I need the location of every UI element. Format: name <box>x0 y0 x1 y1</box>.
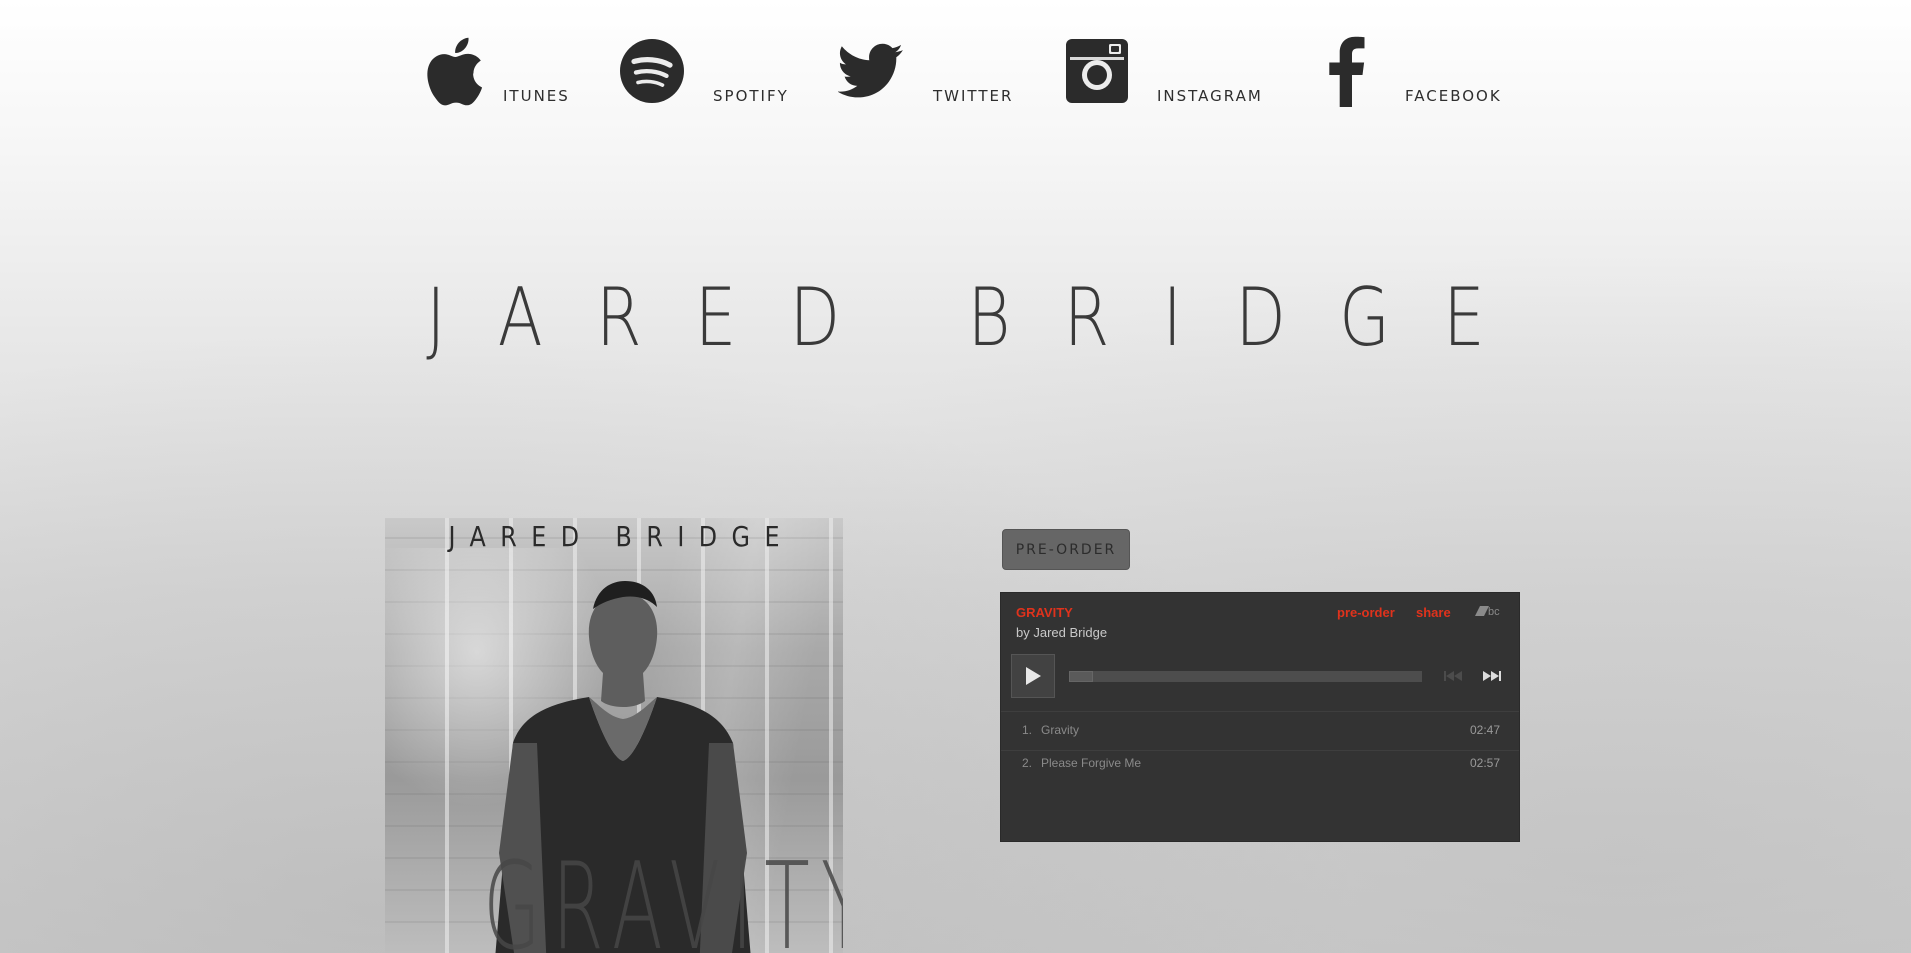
spotify-link[interactable]: SPOTIFY <box>619 34 789 114</box>
apple-icon <box>420 34 486 108</box>
facebook-icon <box>1312 34 1378 108</box>
album-cover: JARED BRIDGE GRAVITY <box>385 518 843 953</box>
player-share-link[interactable]: share <box>1416 605 1451 620</box>
previous-track-icon[interactable] <box>1442 668 1464 684</box>
track-duration: 02:57 <box>1469 756 1500 770</box>
play-button[interactable] <box>1011 654 1055 698</box>
twitter-link[interactable]: TWITTER <box>838 34 1018 114</box>
facebook-label: FACEBOOK <box>1405 87 1502 105</box>
spotify-icon <box>619 34 685 108</box>
track-title[interactable]: Please Forgive Me <box>1041 756 1141 770</box>
svg-text:bc: bc <box>1488 606 1500 618</box>
cover-artist-name: JARED BRIDGE <box>448 520 794 553</box>
instagram-icon <box>1064 34 1130 108</box>
next-track-icon[interactable] <box>1481 668 1503 684</box>
progress-handle[interactable] <box>1069 671 1093 682</box>
social-nav: ITUNES SPOTIFY TWITTER INSTAGRAM FACEBOO… <box>0 34 1911 114</box>
artist-title: JARED BRIDGE <box>426 271 1539 364</box>
facebook-link[interactable]: FACEBOOK <box>1312 34 1502 114</box>
instagram-link[interactable]: INSTAGRAM <box>1064 34 1264 114</box>
music-player: GRAVITY by Jared Bridge pre-order share … <box>1000 592 1520 842</box>
instagram-label: INSTAGRAM <box>1157 87 1263 105</box>
player-artist[interactable]: by Jared Bridge <box>1016 625 1107 640</box>
player-album-name[interactable]: GRAVITY <box>1016 605 1073 620</box>
itunes-label: ITUNES <box>503 87 570 105</box>
player-preorder-link[interactable]: pre-order <box>1337 605 1395 620</box>
track-row[interactable]: 1. Gravity 02:47 <box>1001 715 1519 747</box>
cover-album-title: GRAVITY <box>483 838 843 953</box>
twitter-label: TWITTER <box>933 87 1014 105</box>
play-icon <box>1026 667 1041 685</box>
track-number: 1. <box>1022 723 1033 737</box>
spotify-label: SPOTIFY <box>713 87 789 105</box>
track-duration: 02:47 <box>1469 723 1500 737</box>
preorder-button[interactable]: PRE-ORDER <box>1002 529 1130 570</box>
player-divider <box>1001 711 1519 712</box>
track-row[interactable]: 2. Please Forgive Me 02:57 <box>1001 748 1519 780</box>
track-title[interactable]: Gravity <box>1041 723 1079 737</box>
track-number: 2. <box>1022 756 1033 770</box>
bandcamp-logo-icon[interactable]: bc <box>1475 604 1505 618</box>
progress-bar[interactable] <box>1069 671 1422 682</box>
itunes-link[interactable]: ITUNES <box>420 34 570 114</box>
twitter-icon <box>838 34 904 108</box>
